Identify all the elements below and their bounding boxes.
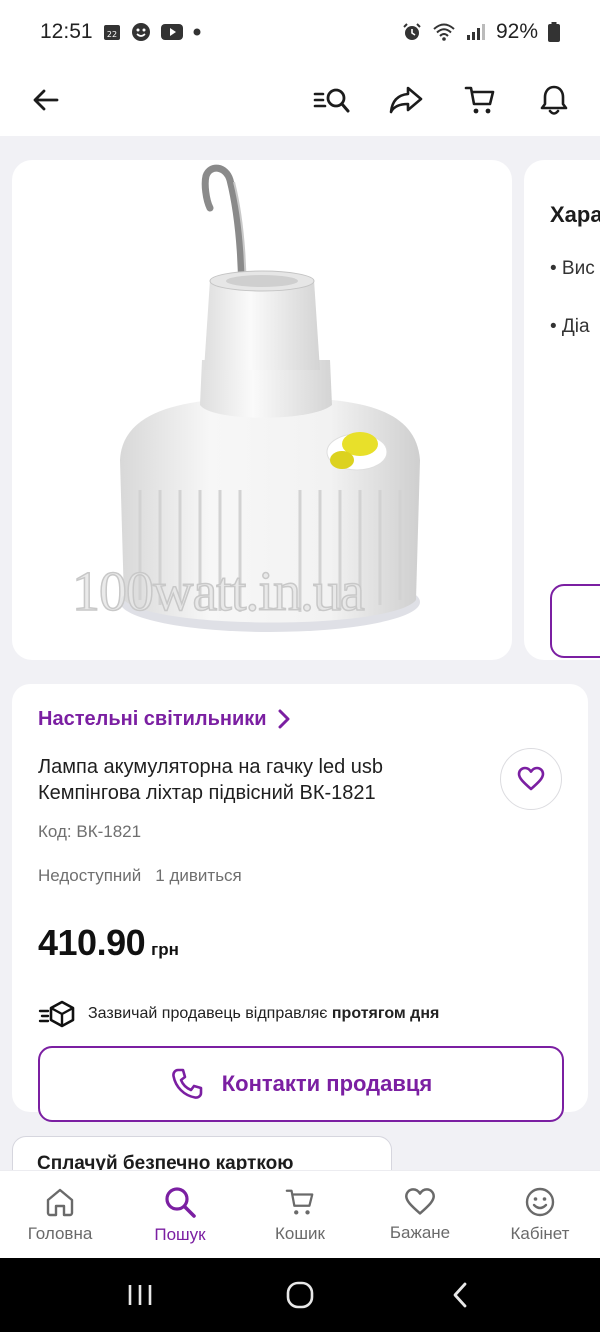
- title-row: Лампа акумуляторна на гачку led usb Кемп…: [38, 748, 562, 810]
- availability-row: Недоступний 1 дивиться: [38, 866, 562, 886]
- top-navigation-bar: [0, 64, 600, 136]
- bottom-nav-cart-label: Кошик: [275, 1223, 325, 1243]
- signal-icon: [466, 23, 486, 41]
- shipping-text-regular: Зазвичай продавець відправляє: [88, 1005, 332, 1022]
- alarm-icon: [402, 22, 422, 42]
- characteristics-item: • Вис: [550, 258, 595, 279]
- bell-icon: [540, 85, 568, 115]
- share-button[interactable]: [384, 78, 428, 122]
- bottom-nav-cart[interactable]: Кошик: [240, 1171, 360, 1258]
- battery-icon: [548, 22, 560, 42]
- home-icon: [46, 1188, 74, 1216]
- bottom-nav-wishlist-label: Бажане: [389, 1222, 451, 1242]
- notifications-button[interactable]: [532, 78, 576, 122]
- recent-apps-icon: [128, 1285, 152, 1305]
- category-label: Настельні світильники: [38, 707, 267, 730]
- cart-icon: [285, 1189, 314, 1215]
- bottom-nav-wishlist[interactable]: Бажане: [360, 1171, 480, 1258]
- product-page-content[interactable]: 100watt.in.ua Хара • Вис • Діа Настельні…: [0, 136, 600, 1170]
- clock: 12:51: [40, 20, 93, 43]
- heart-icon: [517, 766, 545, 791]
- status-bar: 12:51 22 92%: [0, 0, 600, 64]
- contact-seller-label: Контакти продавця: [221, 1071, 433, 1096]
- bottom-nav-account[interactable]: Кабінет: [480, 1171, 600, 1258]
- product-code: Код: ВК-1821: [38, 822, 142, 841]
- back-button[interactable]: [24, 78, 68, 122]
- bottom-nav-home[interactable]: Головна: [0, 1171, 120, 1258]
- product-title: Лампа акумуляторна на гачку led usb Кемп…: [38, 756, 384, 804]
- calendar-icon: 22: [103, 23, 121, 41]
- home-system-button[interactable]: [270, 1265, 330, 1325]
- contact-seller-button[interactable]: Контакти продавця: [38, 1046, 564, 1122]
- category-link[interactable]: Настельні світильники: [38, 704, 562, 734]
- shipping-info: Зазвичай продавець відправляє протягом д…: [38, 1000, 562, 1028]
- search-list-button[interactable]: [310, 78, 354, 122]
- recent-apps-button[interactable]: [110, 1265, 170, 1325]
- battery-percent: 92%: [495, 20, 538, 43]
- price-value: 410.90: [38, 922, 146, 963]
- viewers-count: 1 дивиться: [155, 866, 242, 885]
- image-watermark: 100watt.in.ua: [71, 560, 365, 624]
- availability-status: Недоступний: [38, 866, 142, 885]
- bottom-nav-account-label: Кабінет: [510, 1223, 570, 1243]
- characteristics-more-button[interactable]: [550, 584, 600, 658]
- chevron-right-icon: [278, 709, 290, 729]
- system-back-button[interactable]: [430, 1265, 490, 1325]
- search-icon: [165, 1186, 196, 1218]
- characteristics-title: Хара: [550, 202, 600, 227]
- youtube-icon: [160, 24, 183, 40]
- product-info-card: Настельні світильники Лампа акумуляторна…: [12, 684, 588, 1122]
- add-to-favorites-button[interactable]: [500, 748, 562, 810]
- safe-payment-card[interactable]: Сплачуй безпечно карткою: [12, 1136, 392, 1170]
- share-icon: [389, 86, 423, 114]
- cart-button[interactable]: [458, 78, 502, 122]
- bottom-nav-search[interactable]: Пошук: [120, 1171, 240, 1258]
- phone-icon: [171, 1068, 203, 1099]
- home-circle-icon: [286, 1281, 314, 1309]
- characteristics-item: • Діа: [550, 316, 590, 337]
- product-image-carousel[interactable]: 100watt.in.ua: [12, 160, 512, 660]
- bottom-navigation: Головна Пошук Кошик Бажане Кабінет: [0, 1170, 600, 1258]
- calendar-day: 22: [106, 30, 116, 39]
- safe-payment-label: Сплачуй безпечно карткою: [37, 1153, 294, 1170]
- price-currency: грн: [151, 940, 179, 959]
- back-arrow-icon: [33, 89, 59, 111]
- shipping-text: Зазвичай продавець відправляє протягом д…: [88, 1005, 439, 1023]
- bottom-nav-home-label: Головна: [27, 1223, 93, 1243]
- search-list-icon: [313, 88, 350, 113]
- characteristics-card[interactable]: Хара • Вис • Діа: [524, 160, 600, 660]
- delivery-box-icon: [38, 1000, 75, 1028]
- heart-icon: [405, 1187, 435, 1215]
- status-right: 92%: [402, 20, 560, 44]
- shipping-text-bold: протягом дня: [331, 1005, 440, 1022]
- smile-icon: [525, 1187, 555, 1216]
- bottom-nav-search-label: Пошук: [154, 1224, 206, 1244]
- system-navigation-bar: [0, 1258, 600, 1332]
- cart-icon: [464, 86, 495, 114]
- notification-dot-icon: [193, 28, 201, 36]
- status-left: 12:51 22: [40, 20, 201, 44]
- wifi-icon: [432, 22, 456, 42]
- price-row: 410.90 грн: [38, 922, 562, 964]
- emoji-app-icon: [131, 22, 151, 42]
- chevron-left-icon: [453, 1282, 467, 1308]
